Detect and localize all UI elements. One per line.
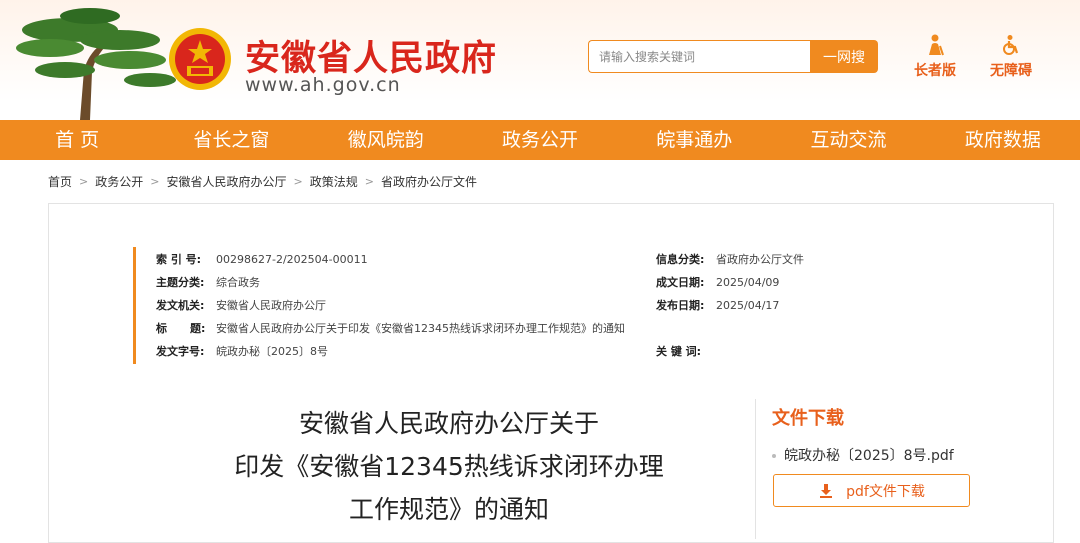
bullet-icon (772, 454, 776, 458)
meta-index: 索 引 号: 00298627-2/202504-00011 (156, 251, 368, 267)
national-emblem-icon (169, 28, 231, 90)
meta-published-label: 发布日期: (656, 299, 705, 312)
document-title-line-1: 安徽省人民政府办公厅关于 (298, 409, 599, 438)
vertical-divider (755, 399, 756, 539)
pdf-download-label: pdf文件下载 (846, 483, 925, 500)
meta-published: 发布日期: 2025/04/17 (656, 297, 779, 313)
site-header: 安徽省人民政府 www.ah.gov.cn 一网搜 长者版 无障碍 (0, 0, 1080, 120)
meta-info-label: 信息分类: (656, 253, 705, 266)
chevron-right-icon: > (364, 175, 374, 188)
content-panel: 索 引 号: 00298627-2/202504-00011 主题分类: 综合政务 … (48, 203, 1054, 543)
meta-created-value: 2025/04/09 (716, 276, 780, 289)
meta-keywords-label: 关 键 词: (656, 345, 702, 358)
meta-issuer: 发文机关: 安徽省人民政府办公厅 (156, 297, 326, 313)
document-title-line-3: 工作规范》的通知 (348, 495, 549, 524)
document-metadata: 索 引 号: 00298627-2/202504-00011 主题分类: 综合政务 … (133, 247, 833, 364)
meta-index-label: 索 引 号: (156, 253, 202, 266)
breadcrumb-home[interactable]: 首页 (48, 173, 72, 190)
download-heading: 文件下载 (772, 408, 844, 429)
nav-culture[interactable]: 徽风皖韵 (309, 120, 463, 160)
meta-issuer-value: 安徽省人民政府办公厅 (216, 299, 326, 312)
elder-mode-label: 长者版 (914, 63, 956, 79)
download-file-link[interactable]: 皖政办秘〔2025〕8号.pdf (772, 445, 954, 465)
nav-gov-affairs[interactable]: 政务公开 (463, 120, 617, 160)
meta-title-label: 标 题: (156, 322, 206, 335)
breadcrumb-files[interactable]: 省政府办公厅文件 (381, 173, 477, 190)
meta-created: 成文日期: 2025/04/09 (656, 274, 779, 290)
meta-title-value: 安徽省人民政府办公厅关于印发《安徽省12345热线诉求闭环办理工作规范》的通知 (216, 322, 625, 335)
document-title: 安徽省人民政府办公厅关于 印发《安徽省12345热线诉求闭环办理 工作规范》的通… (189, 402, 709, 531)
accessibility-label: 无障碍 (990, 63, 1032, 79)
site-url: www.ah.gov.cn (245, 74, 401, 96)
meta-index-value: 00298627-2/202504-00011 (216, 253, 368, 266)
meta-title: 标 题: 安徽省人民政府办公厅关于印发《安徽省12345热线诉求闭环办理工作规范》… (156, 320, 625, 336)
meta-topic-value: 综合政务 (216, 276, 260, 289)
breadcrumb-policy[interactable]: 政策法规 (310, 173, 358, 190)
chevron-right-icon: > (150, 175, 160, 188)
chevron-right-icon: > (79, 175, 89, 188)
meta-created-label: 成文日期: (656, 276, 705, 289)
download-file-name: 皖政办秘〔2025〕8号.pdf (784, 448, 954, 464)
meta-topic-label: 主题分类: (156, 276, 205, 289)
pdf-download-button[interactable]: pdf文件下载 (773, 474, 970, 507)
download-icon (820, 483, 833, 498)
wheelchair-icon (1003, 35, 1019, 55)
meta-info-value: 省政府办公厅文件 (716, 253, 804, 266)
main-nav: 首 页 省长之窗 徽风皖韵 政务公开 皖事通办 互动交流 政府数据 (0, 120, 1080, 160)
search-input[interactable] (588, 40, 810, 73)
breadcrumb-office[interactable]: 安徽省人民政府办公厅 (166, 173, 286, 190)
meta-docno-label: 发文字号: (156, 345, 205, 358)
huangshan-pine-logo (16, 8, 176, 120)
accessibility-link[interactable]: 无障碍 (981, 34, 1041, 80)
chevron-right-icon: > (293, 175, 303, 188)
nav-home[interactable]: 首 页 (0, 120, 154, 160)
meta-topic: 主题分类: 综合政务 (156, 274, 260, 290)
meta-docno: 发文字号: 皖政办秘〔2025〕8号 (156, 343, 328, 359)
elder-icon (929, 34, 944, 56)
breadcrumb: 首页 > 政务公开 > 安徽省人民政府办公厅 > 政策法规 > 省政府办公厅文件 (0, 160, 1080, 203)
nav-governor[interactable]: 省长之窗 (154, 120, 308, 160)
search-bar: 一网搜 (588, 40, 878, 73)
nav-data[interactable]: 政府数据 (926, 120, 1080, 160)
search-button[interactable]: 一网搜 (810, 40, 878, 73)
meta-issuer-label: 发文机关: (156, 299, 205, 312)
meta-docno-value: 皖政办秘〔2025〕8号 (216, 345, 328, 358)
nav-services[interactable]: 皖事通办 (617, 120, 771, 160)
breadcrumb-gov-affairs[interactable]: 政务公开 (95, 173, 143, 190)
elder-mode-link[interactable]: 长者版 (905, 34, 965, 80)
meta-published-value: 2025/04/17 (716, 299, 780, 312)
meta-keywords: 关 键 词: (656, 343, 716, 359)
document-title-line-2: 印发《安徽省12345热线诉求闭环办理 (234, 452, 664, 481)
nav-interaction[interactable]: 互动交流 (771, 120, 925, 160)
meta-info-category: 信息分类: 省政府办公厅文件 (656, 251, 804, 267)
